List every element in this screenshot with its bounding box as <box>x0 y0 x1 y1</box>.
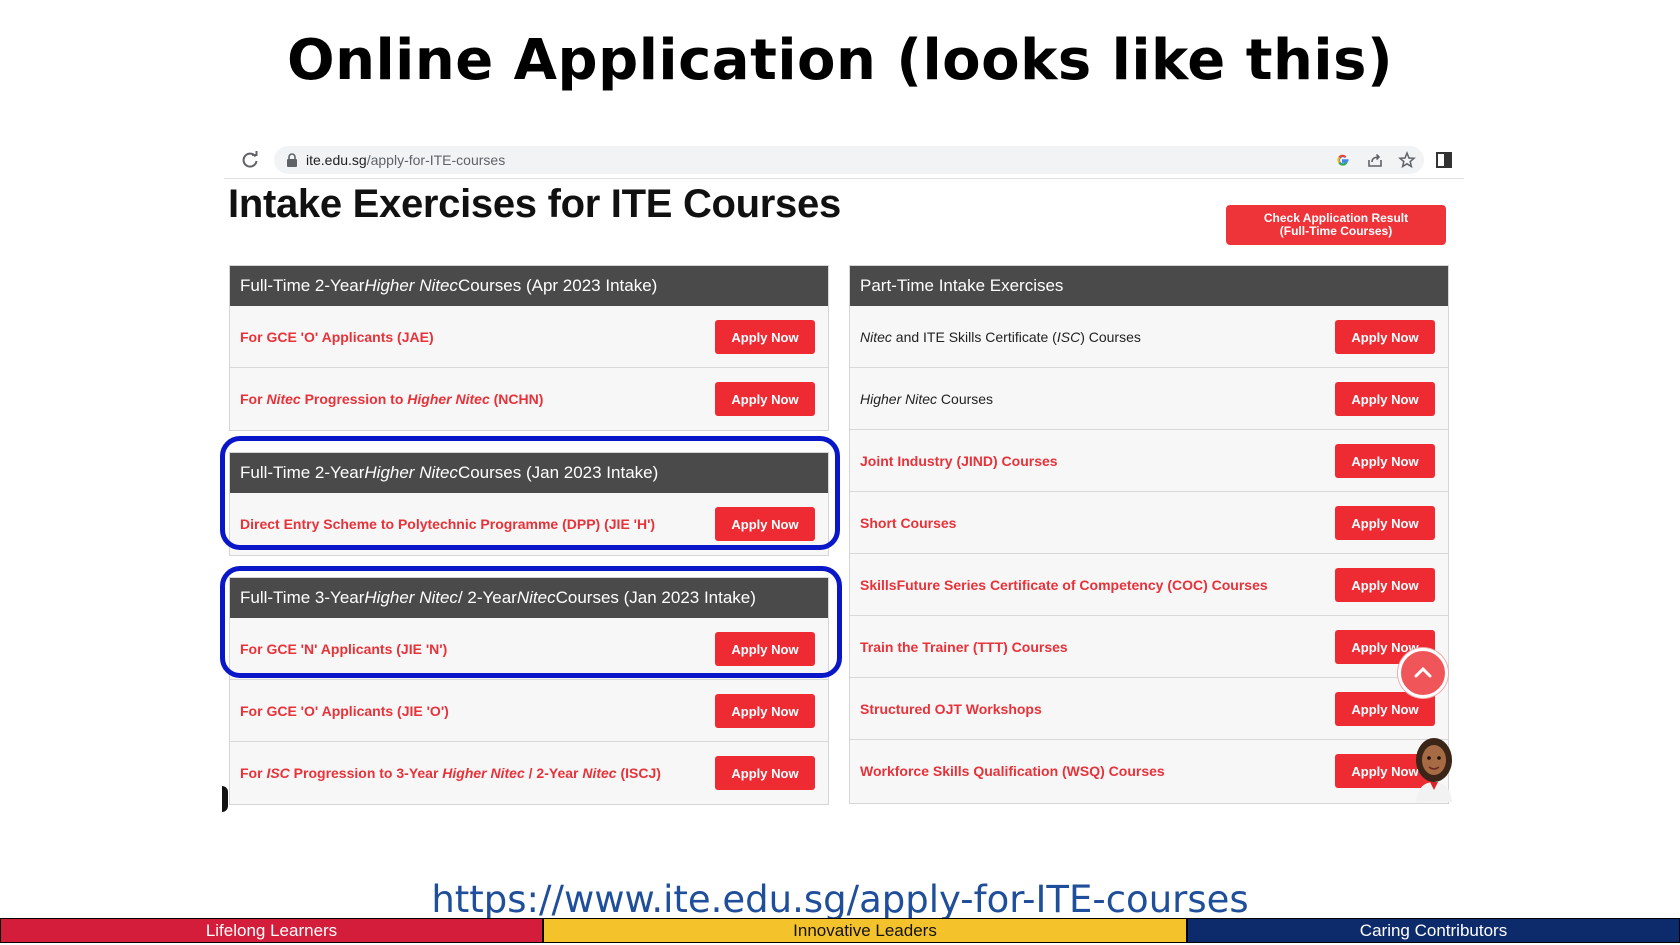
apply-now-button[interactable]: Apply Now <box>1335 382 1435 416</box>
panel-part-time-intake: Part-Time Intake Exercises Nitec and ITE… <box>849 265 1449 804</box>
bookmark-star-icon[interactable] <box>1398 151 1416 169</box>
list-item: Joint Industry (JIND) Courses Apply Now <box>850 430 1448 492</box>
course-link[interactable]: For ISC Progression to 3-Year Higher Nit… <box>240 765 661 781</box>
highlight-box <box>220 566 842 678</box>
list-item: Higher Nitec Courses Apply Now <box>850 368 1448 430</box>
footer-innovative-leaders: Innovative Leaders <box>543 918 1187 943</box>
list-item: For ISC Progression to 3-Year Higher Nit… <box>230 742 828 804</box>
course-link[interactable]: SkillsFuture Series Certificate of Compe… <box>860 577 1268 593</box>
url-text: ite.edu.sg/apply-for-ITE-courses <box>306 152 505 168</box>
course-link[interactable]: Structured OJT Workshops <box>860 701 1042 717</box>
slide-title: Online Application (looks like this) <box>286 28 1394 93</box>
check-result-line2: (Full-Time Courses) <box>1279 224 1393 238</box>
browser-address-bar: ite.edu.sg/apply-for-ITE-courses <box>224 143 1464 179</box>
course-label: Higher Nitec Courses <box>860 390 994 407</box>
list-item: Workforce Skills Qualification (WSQ) Cou… <box>850 740 1448 802</box>
course-link[interactable]: Workforce Skills Qualification (WSQ) Cou… <box>860 763 1165 779</box>
course-link[interactable]: For Nitec Progression to Higher Nitec (N… <box>240 391 543 407</box>
lock-icon <box>287 153 297 167</box>
course-link[interactable]: For GCE 'O' Applicants (JAE) <box>240 329 434 345</box>
footer-bar: Lifelong Learners Innovative Leaders Car… <box>0 918 1680 945</box>
apply-now-button[interactable]: Apply Now <box>715 694 815 728</box>
list-item: For Nitec Progression to Higher Nitec (N… <box>230 368 828 430</box>
header-text: Full-Time 2-Year <box>240 276 365 295</box>
page-edge-marker <box>222 786 228 812</box>
course-label: Nitec and ITE Skills Certificate (ISC) C… <box>860 328 1141 345</box>
reload-icon[interactable] <box>240 150 260 170</box>
apply-now-button[interactable]: Apply Now <box>715 320 815 354</box>
chevron-up-icon <box>1414 666 1432 678</box>
chatbot-avatar-icon[interactable] <box>1408 730 1460 802</box>
header-text-italic: Higher Nitec <box>364 276 458 295</box>
list-item: Train the Trainer (TTT) Courses Apply No… <box>850 616 1448 678</box>
list-item: SkillsFuture Series Certificate of Compe… <box>850 554 1448 616</box>
apply-now-button[interactable]: Apply Now <box>715 756 815 790</box>
header-text: Courses (Apr 2023 Intake) <box>457 276 658 295</box>
apply-now-button[interactable]: Apply Now <box>715 382 815 416</box>
list-item: Structured OJT Workshops Apply Now <box>850 678 1448 740</box>
page-heading: Intake Exercises for ITE Courses <box>228 182 841 226</box>
panel-header: Part-Time Intake Exercises <box>850 266 1448 306</box>
apply-now-button[interactable]: Apply Now <box>1335 506 1435 540</box>
course-link[interactable]: Train the Trainer (TTT) Courses <box>860 639 1068 655</box>
google-icon[interactable] <box>1334 151 1352 169</box>
footer-caring-contributors: Caring Contributors <box>1187 918 1680 943</box>
list-item: Short Courses Apply Now <box>850 492 1448 554</box>
course-link[interactable]: Joint Industry (JIND) Courses <box>860 453 1058 469</box>
share-icon[interactable] <box>1366 151 1384 169</box>
scroll-to-top-button[interactable] <box>1398 648 1448 698</box>
course-link[interactable]: For GCE 'O' Applicants (JIE 'O') <box>240 703 449 719</box>
url-path: /apply-for-ITE-courses <box>366 152 506 168</box>
apply-now-button[interactable]: Apply Now <box>1335 444 1435 478</box>
list-item: For GCE 'O' Applicants (JAE) Apply Now <box>230 306 828 368</box>
list-item: For GCE 'O' Applicants (JIE 'O') Apply N… <box>230 680 828 742</box>
url-domain: ite.edu.sg <box>306 152 367 168</box>
panel-header: Full-Time 2-Year Higher Nitec Courses (A… <box>230 266 828 306</box>
highlight-box <box>220 436 840 550</box>
panel-fulltime-apr-2023: Full-Time 2-Year Higher Nitec Courses (A… <box>229 265 829 431</box>
check-application-result-button[interactable]: Check Application Result (Full-Time Cour… <box>1226 205 1446 245</box>
apply-now-button[interactable]: Apply Now <box>1335 568 1435 602</box>
url-field[interactable]: ite.edu.sg/apply-for-ITE-courses <box>274 146 1424 174</box>
url-caption: https://www.ite.edu.sg/apply-for-ITE-cou… <box>431 878 1249 921</box>
apply-now-button[interactable]: Apply Now <box>1335 320 1435 354</box>
side-panel-icon[interactable] <box>1436 152 1452 168</box>
list-item: Nitec and ITE Skills Certificate (ISC) C… <box>850 306 1448 368</box>
course-link[interactable]: Short Courses <box>860 515 956 531</box>
footer-lifelong-learners: Lifelong Learners <box>0 918 543 943</box>
